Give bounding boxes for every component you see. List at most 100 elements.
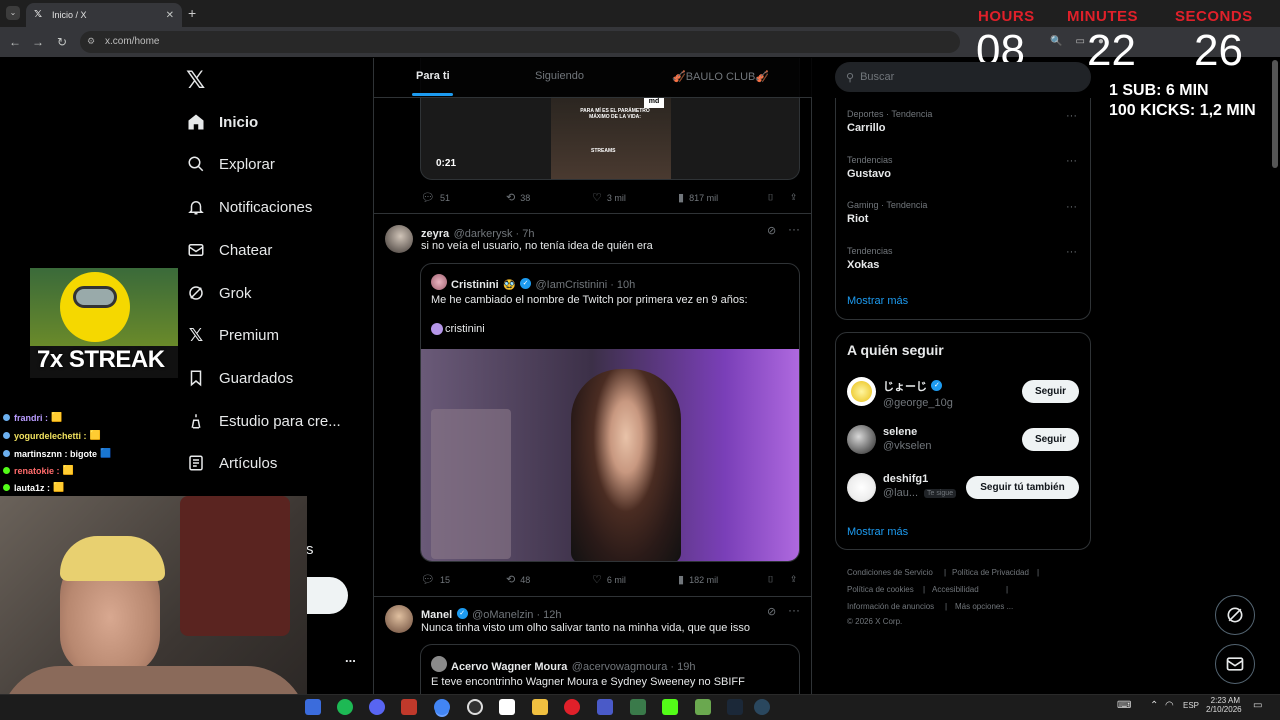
footer-link[interactable]: Política de Privacidad [952,568,1029,577]
post-more-button[interactable]: ··· [788,603,800,617]
avatar[interactable] [847,425,876,454]
like-button[interactable]: ♡ 3 mil [592,191,678,204]
reply-button[interactable]: 💬︎ 51 [421,191,506,204]
tab-following[interactable]: Siguiendo [535,70,584,82]
messages-fab-button[interactable] [1215,644,1255,684]
back-icon[interactable]: ← [7,35,23,49]
nav-item-more-partial[interactable]: s [306,541,314,558]
post-more-button[interactable]: ··· [788,222,800,236]
tab-search-button[interactable]: ⌄ [6,6,20,20]
author-handle[interactable]: @darkerysk · 7h [454,228,535,240]
account-menu-dots[interactable]: ... [345,650,356,665]
footer-link[interactable]: Más opciones ... [955,602,1013,611]
quoted-post[interactable]: Acervo Wagner Moura @acervowagmoura · 19… [420,644,800,694]
wifi-icon[interactable]: ◠ [1165,700,1174,711]
nav-item-premium[interactable]: 𝕏 Premium [186,323,279,347]
tab-for-you[interactable]: Para ti [416,70,450,82]
site-info-icon[interactable]: ⚙ [87,36,95,47]
discord-icon[interactable] [369,699,385,715]
folder-icon[interactable] [532,699,548,715]
nav-item-grok[interactable]: Grok [186,281,252,305]
taskbar-app-icon[interactable] [499,699,515,715]
repost-button[interactable]: ⟲ 38 [506,191,592,204]
footer-link[interactable]: Información de anuncios [847,602,934,611]
author-name[interactable]: Manel [421,609,452,621]
reply-button[interactable]: 💬︎ 15 [421,573,506,586]
x-logo-icon[interactable]: 𝕏 [186,66,205,95]
grok-icon[interactable]: ⊘ [767,224,776,237]
trend-more-button[interactable]: ··· [1066,201,1077,213]
taskbar-app-icon[interactable] [597,699,613,715]
cast-icon[interactable]: ▭ [1075,36,1084,47]
omnibox[interactable] [80,31,960,53]
steam-icon[interactable] [754,699,770,715]
nav-item-home[interactable]: Inicio [186,110,258,134]
clock[interactable]: 2:23 AM 2/10/2026 [1206,696,1242,714]
bookmark-button[interactable]: ⌷ [768,191,790,204]
follow-suggestion[interactable]: deshifg1 @lau... Te sigue [883,473,957,499]
bookmark-button[interactable]: ⌷ [768,573,790,586]
follow-suggestion[interactable]: selene ⠀ @vkselen [883,425,931,452]
follow-suggestion[interactable]: じょーじ ✓ @george_10g [883,377,953,409]
show-more-follows-link[interactable]: Mostrar más [847,526,908,538]
zoom-icon[interactable]: 🔍 [1050,36,1062,47]
footer-link[interactable]: Política de cookies [847,585,914,594]
trend-more-button[interactable]: ··· [1066,110,1077,122]
footer-link[interactable]: Condiciones de Servicio [847,568,933,577]
post-button[interactable] [307,577,348,614]
footer-link[interactable]: Accesibilidad [932,585,979,594]
browser-tab[interactable]: 𝕏 Inicio / X ✕ [26,3,182,27]
taskbar-app-icon[interactable] [727,699,743,715]
trend-item[interactable]: Gaming · Tendencia Riot [847,200,927,225]
kick-icon[interactable] [662,699,678,715]
quoted-post[interactable]: Cristinini 🥸 ✓ @IamCristinini · 10h Me h… [420,263,800,562]
chrome-icon[interactable] [434,699,450,715]
opera-icon[interactable] [564,699,580,715]
nav-item-creator-studio[interactable]: Estudio para cre... [186,409,341,433]
avatar[interactable] [847,377,876,406]
grok-fab-button[interactable] [1215,595,1255,635]
tab-baulo-club[interactable]: 🎻BAULO CLUB🎻 [672,70,769,83]
spotify-icon[interactable] [337,699,353,715]
show-more-trends-link[interactable]: Mostrar más [847,295,908,307]
nav-item-chat[interactable]: Chatear [186,238,272,262]
avatar[interactable] [385,225,413,253]
grok-icon[interactable]: ⊘ [767,605,776,618]
nav-item-explore[interactable]: Explorar [186,152,275,176]
url-text[interactable]: x.com/home [105,36,159,47]
views-button[interactable]: ▮ 182 mil [678,573,768,586]
tab-close-button[interactable]: ✕ [166,10,174,21]
share-button[interactable]: ⇪ [790,573,798,586]
keyboard-icon[interactable]: ⌨ [1117,700,1131,711]
new-tab-button[interactable]: + [188,5,196,21]
scrollbar[interactable] [1272,60,1278,168]
trend-item[interactable]: Tendencias Xokas [847,246,893,271]
author-handle[interactable]: @oManelzin · 12h [472,609,561,621]
share-button[interactable]: ⇪ [790,191,798,204]
nav-item-articles[interactable]: Artículos [186,451,277,475]
quote-image[interactable] [421,349,799,561]
chevron-up-icon[interactable]: ⌃ [1150,700,1158,711]
follow-back-button[interactable]: Seguir tú también [966,476,1079,499]
minecraft-icon[interactable] [695,699,711,715]
taskbar-app-icon[interactable] [305,699,321,715]
views-button[interactable]: ▮ 817 mil [678,191,768,204]
trend-item[interactable]: Tendencias Gustavo [847,155,893,180]
language-indicator[interactable]: ESP [1183,701,1199,710]
like-button[interactable]: ♡ 6 mil [592,573,678,586]
avatar[interactable] [385,605,413,633]
trend-more-button[interactable]: ··· [1066,246,1077,258]
author-name[interactable]: zeyra [421,228,449,240]
repost-button[interactable]: ⟲ 48 [506,573,592,586]
follow-button[interactable]: Seguir [1022,380,1079,403]
reload-icon[interactable]: ↻ [54,35,70,49]
nav-item-bookmarks[interactable]: Guardados [186,366,293,390]
search-input[interactable]: ⚲ Buscar [835,62,1091,92]
trend-item[interactable]: Deportes · Tendencia Carrillo [847,109,932,134]
trend-more-button[interactable]: ··· [1066,155,1077,167]
forward-icon[interactable]: → [30,35,46,49]
avatar[interactable] [847,473,876,502]
follow-button[interactable]: Seguir [1022,428,1079,451]
taskbar-app-icon[interactable] [630,699,646,715]
nav-item-notifications[interactable]: Notificaciones [186,195,312,219]
